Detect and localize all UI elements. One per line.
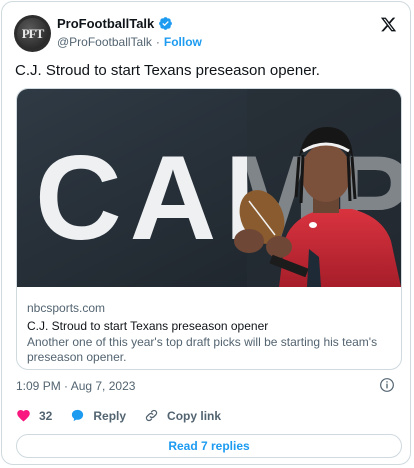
handle[interactable]: @ProFootballTalk [57,35,152,49]
tweet-timestamp[interactable]: 1:09 PM · Aug 7, 2023 [16,379,135,393]
verified-badge-icon [159,17,173,30]
follow-button[interactable]: Follow [164,35,202,49]
read-replies-button[interactable]: Read 7 replies [16,434,402,458]
info-icon[interactable] [379,377,395,393]
link-description: Another one of this year's top draft pic… [27,335,378,364]
like-count: 32 [39,408,53,423]
link-preview-image[interactable]: CAMP [17,89,401,287]
reply-button[interactable]: Reply [70,408,126,423]
link-icon [145,409,158,422]
avatar[interactable]: PFT [14,15,51,52]
copy-link-button[interactable]: Copy link [144,408,221,423]
reply-label: Reply [93,408,127,423]
tweet-card: PFT ProFootballTalk @ProFootballTalk · F… [1,1,411,465]
reply-bubble-icon [72,409,84,422]
avatar-logo: PFT [17,18,48,49]
separator: · [155,35,160,49]
action-bar: 32 Reply Copy link [16,408,239,423]
tweet-text: C.J. Stroud to start Texans preseason op… [15,62,320,79]
link-preview-meta: nbcsports.com C.J. Stroud to start Texan… [27,301,393,365]
author-name-row: ProFootballTalk [57,16,173,31]
like-button[interactable]: 32 [16,408,52,423]
copy-link-label: Copy link [167,408,222,423]
link-domain: nbcsports.com [27,301,106,315]
heart-icon [17,410,30,422]
display-name[interactable]: ProFootballTalk [57,16,154,31]
x-logo-icon[interactable] [380,16,397,33]
link-preview-card[interactable]: CAMP nbcsports.com C.J. Stroud to start … [16,88,402,370]
link-title: C.J. Stroud to start Texans preseason op… [27,319,269,333]
handle-row: @ProFootballTalk · Follow [57,35,202,49]
